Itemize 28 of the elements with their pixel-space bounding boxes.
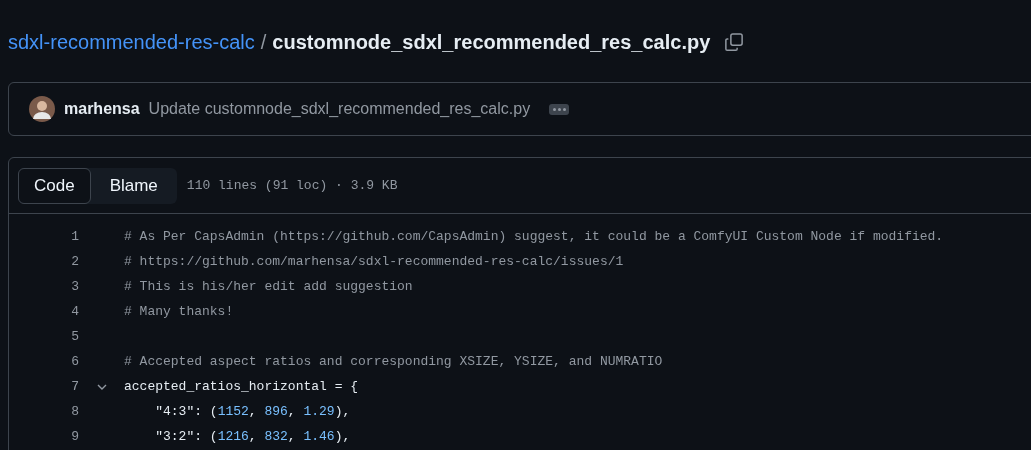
line-number: 7	[70, 377, 79, 396]
line-number: 2	[70, 252, 79, 271]
more-icon[interactable]	[549, 103, 570, 115]
path-separator: /	[260, 30, 267, 55]
commit-author[interactable]: marhensa	[64, 97, 140, 121]
line-number: 6	[70, 352, 79, 371]
code-line: accepted_ratios_horizontal = {	[124, 377, 359, 396]
code-line: "4:3": (1152, 896, 1.29),	[154, 402, 351, 421]
copy-icon[interactable]	[724, 32, 745, 52]
line-number: 4	[70, 302, 79, 321]
line-number: 8	[70, 402, 79, 421]
view-tab[interactable]: Blame	[90, 167, 177, 204]
code-line: # This is his/her edit add suggestion	[124, 277, 413, 296]
line-number: 5	[70, 327, 79, 346]
file-info: 110 lines (91 loc) · 3.9 KB	[186, 176, 398, 195]
code-line: # Many thanks!	[124, 302, 234, 321]
code-line: "3:2": (1216, 832, 1.46),	[154, 427, 351, 446]
view-tab[interactable]: Code	[18, 167, 91, 204]
line-number: 1	[70, 227, 79, 246]
file-name: customnode_sdxl_recommended_res_calc.py	[272, 30, 711, 55]
avatar-icon	[29, 96, 55, 122]
code-line: # Accepted aspect ratios and corresponding XSIZE, YSIZE, and NUMRATIO	[124, 352, 663, 371]
line-number: 9	[70, 427, 79, 446]
repo-link[interactable]: sdxl-recommended-res-calc	[8, 27, 255, 57]
line-number: 3	[70, 277, 79, 296]
commit-message[interactable]: Update customnode_sdxl_recommended_res_calc.py	[148, 97, 531, 121]
code-line: # As Per CapsAdmin (https://github.com/CapsAdmin) suggest, it could be a ComfyUI Custom Node if modified.	[124, 227, 944, 246]
code-line: # https://github.com/marhensa/sdxl-recommended-res-calc/issues/1	[124, 252, 624, 271]
